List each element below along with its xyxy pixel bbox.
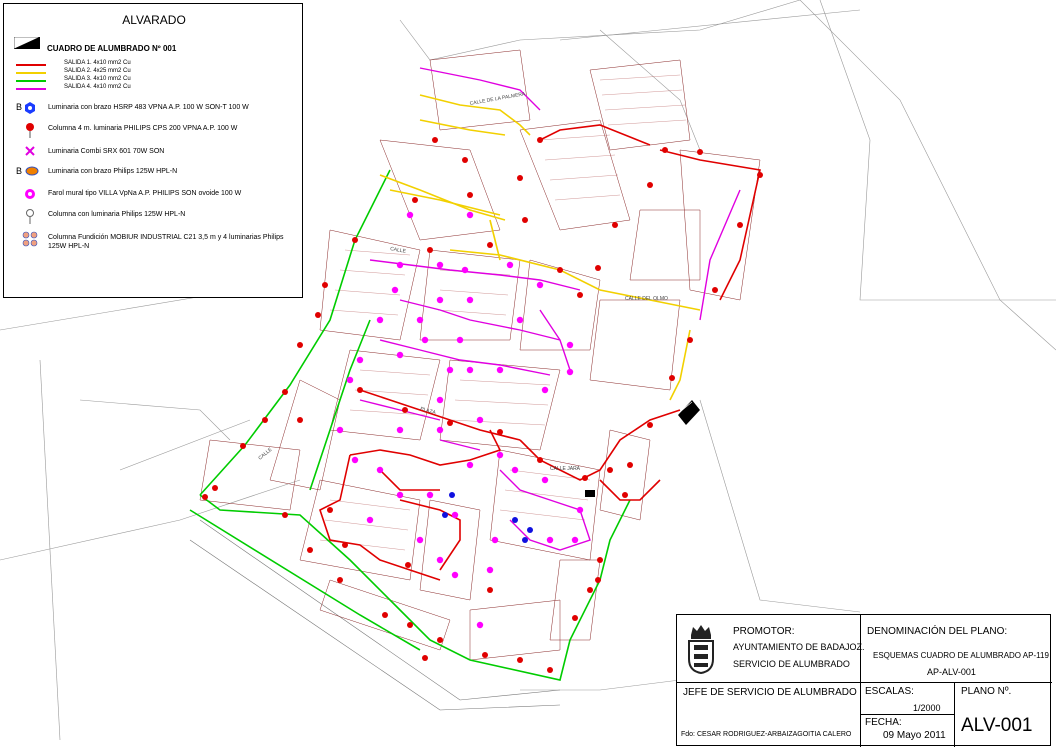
salida-1-line [16, 64, 46, 66]
denominacion-line-2: AP-ALV-001 [927, 667, 976, 677]
plano-value: ALV-001 [961, 715, 1033, 736]
legend-item-label: Luminaria con brazo Philips 125W HPL-N [48, 168, 178, 175]
jefe-label: JEFE DE SERVICIO DE ALUMBRADO [683, 687, 857, 698]
blue-hexagon-icon: B [16, 102, 35, 114]
salida-4-row: SALIDA 4. 4x10 mm2 Cu [16, 84, 316, 94]
promotor-label: PROMOTOR: [733, 626, 795, 637]
escalas-label: ESCALAS: [865, 686, 914, 697]
plano-label: PLANO Nº. [961, 686, 1012, 697]
orange-arm-icon: B [16, 166, 39, 176]
cuadro-symbol-icon [14, 37, 40, 49]
salida-4-line [16, 88, 46, 90]
legend-item-label: Columna con luminaria Philips 125W HPL-N [48, 211, 186, 218]
magenta-lantern-icon [25, 189, 35, 199]
coat-of-arms-icon [688, 625, 714, 675]
svg-text:B: B [16, 166, 22, 176]
salida-3-line [16, 80, 46, 82]
escala-value: 1/2000 [913, 703, 941, 713]
legend-title: ALVARADO [122, 13, 186, 27]
salida-2-label: SALIDA 2. 4x25 mm2 Cu [64, 68, 131, 74]
denominacion-line-1: ESQUEMAS CUADRO DE ALUMBRADO AP-119 [873, 651, 1049, 660]
promotor-line-2: SERVICIO DE ALUMBRADO [733, 659, 850, 669]
salida-2-line [16, 72, 46, 74]
legend-item-label: Columna 4 m. luminaria PHILIPS CPS 200 V… [48, 125, 238, 132]
legend-item-label: Luminaria con brazo HSRP 483 VPNA A.P. 1… [48, 104, 249, 111]
grey-column-icon [26, 209, 34, 224]
legend-panel: ALVARADO CUADRO DE ALUMBRADO Nº 001 SALI… [3, 3, 303, 298]
red-column-icon [26, 123, 34, 138]
salida-3-label: SALIDA 3. 4x10 mm2 Cu [64, 76, 131, 82]
street-label: CALLE [257, 446, 274, 461]
fecha-value: 09 Mayo 2011 [883, 730, 946, 741]
promotor-line-1: AYUNTAMIENTO DE BADAJOZ. [733, 642, 865, 652]
street-label: CALLE DEL OLMO [625, 296, 668, 302]
salida-1-label: SALIDA 1. 4x10 mm2 Cu [64, 60, 131, 66]
title-block: PROMOTOR: AYUNTAMIENTO DE BADAJOZ. SERVI… [676, 614, 1052, 747]
firma-text: Fdo: CESAR RODRIGUEZ-ARBAIZAGOITIA CALER… [681, 731, 852, 738]
denominacion-label: DENOMINACIÓN DEL PLANO: [867, 626, 1008, 637]
fecha-label: FECHA: [865, 717, 902, 728]
svg-text:B: B [16, 102, 22, 112]
magenta-cross-icon [25, 146, 35, 156]
street-label: CALLE DE LA PALMERA [469, 91, 526, 107]
legend-item-label: Columna Fundición MOBIUR INDUSTRIAL C21 … [48, 234, 284, 250]
four-lamp-column-icon [22, 231, 38, 247]
cuadro-label: CUADRO DE ALUMBRADO Nº 001 [47, 44, 177, 53]
legend-item-label: Luminaria Combi SRX 601 70W SON [48, 148, 165, 155]
legend-item-label: Farol mural tipo VILLA VpNa A.P. PHILIPS… [48, 190, 242, 197]
street-label: CALLE JARA [550, 466, 581, 472]
salida-4-label: SALIDA 4. 4x10 mm2 Cu [64, 84, 131, 90]
